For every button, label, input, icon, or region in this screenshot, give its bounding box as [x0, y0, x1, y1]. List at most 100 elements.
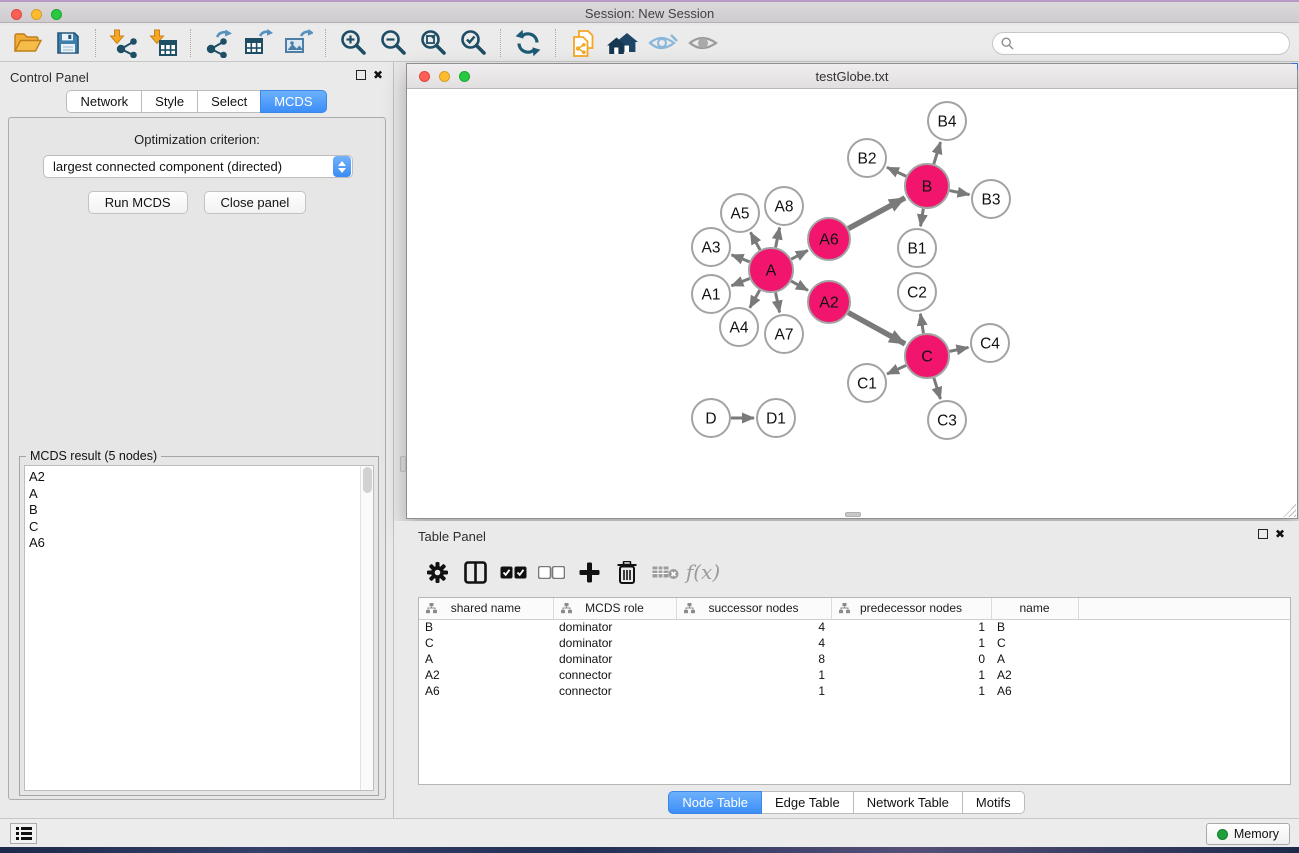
tab-node-table[interactable]: Node Table — [668, 791, 762, 814]
table-cell[interactable]: dominator — [553, 651, 676, 667]
close-panel-icon[interactable]: ✖ — [1275, 529, 1285, 539]
column-header-successor-nodes[interactable]: successor nodes — [676, 598, 831, 619]
table-cell[interactable]: A — [419, 651, 553, 667]
memory-button[interactable]: Memory — [1206, 823, 1290, 845]
column-header-predecessor-nodes[interactable]: predecessor nodes — [831, 598, 991, 619]
delete-column-button[interactable] — [608, 554, 646, 590]
save-session-button[interactable] — [48, 27, 88, 59]
table-cell[interactable]: B — [991, 619, 1078, 635]
graph-edge-C-C4[interactable] — [950, 347, 969, 351]
clone-network-button[interactable] — [563, 27, 603, 59]
table-cell[interactable]: C — [419, 635, 553, 651]
graph-edge-B-B3[interactable] — [950, 191, 970, 195]
select-all-columns-button[interactable] — [494, 554, 532, 590]
graph-edge-A-A5[interactable] — [751, 232, 761, 249]
open-session-button[interactable] — [8, 27, 48, 59]
table-row[interactable]: A2connector11A2 — [419, 667, 1290, 683]
import-table-button[interactable] — [143, 27, 183, 59]
run-mcds-button[interactable]: Run MCDS — [88, 191, 188, 214]
result-list-item[interactable]: B — [29, 502, 373, 519]
export-network-button[interactable] — [198, 27, 238, 59]
result-list-item[interactable]: A — [29, 486, 373, 503]
delete-table-button[interactable] — [646, 554, 684, 590]
network-canvas[interactable]: AA1A2A3A4A5A6A7A8BB1B2B3B4CC1C2C3C4DD1 — [407, 89, 1297, 518]
table-cell[interactable]: connector — [553, 667, 676, 683]
zoom-in-button[interactable] — [333, 27, 373, 59]
network-window-titlebar[interactable]: testGlobe.txt — [407, 64, 1297, 89]
search-field[interactable] — [992, 32, 1290, 55]
table-cell[interactable]: 1 — [676, 667, 831, 683]
zoom-selected-button[interactable] — [453, 27, 493, 59]
table-cell[interactable]: connector — [553, 683, 676, 699]
column-header-shared-name[interactable]: shared name — [419, 598, 553, 619]
select-none-columns-button[interactable] — [532, 554, 570, 590]
table-row[interactable]: Bdominator41B — [419, 619, 1290, 635]
graph-edge-A-A1[interactable] — [731, 279, 749, 286]
network-hscrollbar[interactable] — [845, 512, 861, 517]
table-cell[interactable]: 4 — [676, 619, 831, 635]
search-input[interactable] — [1019, 37, 1289, 51]
node-table[interactable]: shared nameMCDS rolesuccessor nodesprede… — [418, 597, 1291, 785]
graph-edge-A-A3[interactable] — [732, 255, 750, 262]
result-list-item[interactable]: A2 — [29, 469, 373, 486]
tab-mcds[interactable]: MCDS — [260, 90, 326, 113]
tab-network-table[interactable]: Network Table — [853, 791, 963, 814]
graph-edge-B-B4[interactable] — [934, 142, 941, 164]
table-cell[interactable]: dominator — [553, 635, 676, 651]
result-list-item[interactable]: C — [29, 519, 373, 536]
task-history-button[interactable] — [10, 823, 37, 844]
tab-select[interactable]: Select — [197, 90, 261, 113]
add-column-button[interactable] — [570, 554, 608, 590]
graph-edge-B-B1[interactable] — [921, 209, 924, 227]
table-cell[interactable]: 0 — [831, 651, 991, 667]
show-columns-button[interactable] — [456, 554, 494, 590]
float-panel-icon[interactable] — [1258, 529, 1268, 539]
table-cell[interactable]: dominator — [553, 619, 676, 635]
float-panel-icon[interactable] — [356, 70, 366, 80]
refresh-button[interactable] — [508, 27, 548, 59]
graph-edge-A-A6[interactable] — [791, 250, 808, 259]
zoom-out-button[interactable] — [373, 27, 413, 59]
window-resize-grip[interactable] — [1283, 504, 1296, 517]
table-row[interactable]: Adominator80A — [419, 651, 1290, 667]
show-details-button[interactable] — [683, 27, 723, 59]
criterion-dropdown[interactable]: largest connected component (directed) — [43, 155, 353, 178]
table-cell[interactable]: 1 — [831, 667, 991, 683]
export-table-button[interactable] — [238, 27, 278, 59]
graph-edge-C-C2[interactable] — [920, 314, 923, 334]
graph-edge-A-A2[interactable] — [791, 281, 808, 290]
graph-edge-A-A7[interactable] — [776, 293, 780, 313]
table-cell[interactable]: 1 — [831, 683, 991, 699]
column-header-name[interactable]: name — [991, 598, 1078, 619]
import-network-button[interactable] — [103, 27, 143, 59]
graph-edge-A2-C[interactable] — [848, 313, 905, 344]
graph-edge-A6-B[interactable] — [848, 198, 905, 229]
zoom-fit-button[interactable] — [413, 27, 453, 59]
graph-edge-C-C3[interactable] — [934, 378, 941, 399]
table-settings-button[interactable] — [418, 554, 456, 590]
graph-edge-A-A4[interactable] — [750, 290, 760, 308]
table-cell[interactable]: A — [991, 651, 1078, 667]
graph-edge-C-C1[interactable] — [887, 365, 906, 374]
function-builder-button[interactable]: f(x) — [684, 554, 722, 590]
close-panel-icon[interactable]: ✖ — [373, 70, 383, 80]
graph-edge-A-A8[interactable] — [776, 228, 780, 248]
result-scrollbar[interactable] — [360, 466, 373, 790]
table-cell[interactable]: 1 — [831, 635, 991, 651]
table-cell[interactable]: A2 — [419, 667, 553, 683]
table-row[interactable]: A6connector11A6 — [419, 683, 1290, 699]
tab-motifs[interactable]: Motifs — [962, 791, 1025, 814]
tab-style[interactable]: Style — [141, 90, 198, 113]
table-cell[interactable]: A6 — [991, 683, 1078, 699]
table-cell[interactable]: 4 — [676, 635, 831, 651]
table-cell[interactable]: 8 — [676, 651, 831, 667]
mcds-result-list[interactable]: A2ABCA6 — [24, 465, 374, 791]
tab-network[interactable]: Network — [66, 90, 142, 113]
column-header-mcds-role[interactable]: MCDS role — [553, 598, 676, 619]
table-cell[interactable]: 1 — [676, 683, 831, 699]
home-button[interactable] — [603, 27, 643, 59]
table-cell[interactable]: 1 — [831, 619, 991, 635]
tab-edge-table[interactable]: Edge Table — [761, 791, 854, 814]
table-cell[interactable]: B — [419, 619, 553, 635]
table-cell[interactable]: A2 — [991, 667, 1078, 683]
